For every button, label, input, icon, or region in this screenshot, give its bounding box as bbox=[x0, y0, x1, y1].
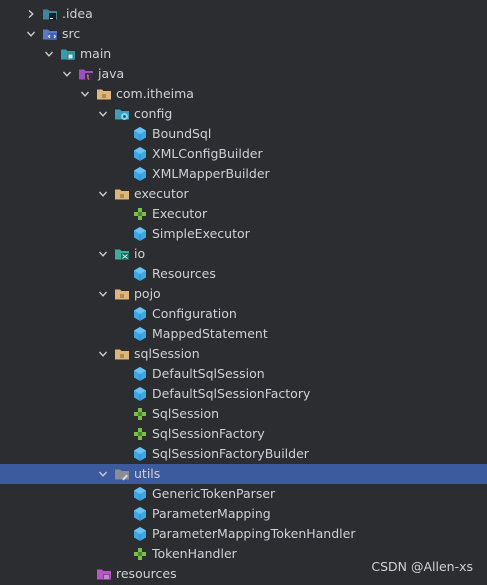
class-icon bbox=[132, 326, 148, 342]
tree-item-defaultsqlsession[interactable]: DefaultSqlSession bbox=[0, 364, 487, 384]
tree-item-parametermapping[interactable]: ParameterMapping bbox=[0, 504, 487, 524]
chevron-down-icon[interactable] bbox=[96, 464, 110, 484]
chevron-down-icon[interactable] bbox=[96, 184, 110, 204]
tree-item-label: SqlSessionFactoryBuilder bbox=[152, 446, 309, 461]
class-icon bbox=[132, 506, 148, 522]
tree-item-label: GenericTokenParser bbox=[152, 486, 276, 501]
chevron-right-icon[interactable] bbox=[24, 4, 38, 24]
tree-item-label: Configuration bbox=[152, 306, 237, 321]
tree-item-simpleexecutor[interactable]: SimpleExecutor bbox=[0, 224, 487, 244]
class-icon bbox=[132, 226, 148, 242]
tree-item-executor[interactable]: executor bbox=[0, 184, 487, 204]
tree-item-label: config bbox=[134, 106, 173, 121]
tree-item-config[interactable]: config bbox=[0, 104, 487, 124]
interface-icon bbox=[132, 426, 148, 442]
class-icon bbox=[132, 166, 148, 182]
tree-item-label: Resources bbox=[152, 266, 216, 281]
package-io-icon bbox=[114, 246, 130, 262]
tree-item-pojo[interactable]: pojo bbox=[0, 284, 487, 304]
class-icon bbox=[132, 526, 148, 542]
tree-item-sqlsessionfactorybuilder[interactable]: SqlSessionFactoryBuilder bbox=[0, 444, 487, 464]
tree-item-label: XMLMapperBuilder bbox=[152, 166, 270, 181]
chevron-down-icon[interactable] bbox=[24, 24, 38, 44]
tree-item-generictokenparser[interactable]: GenericTokenParser bbox=[0, 484, 487, 504]
tree-item-label: BoundSql bbox=[152, 126, 212, 141]
tree-item-label: .idea bbox=[62, 6, 93, 21]
tree-item-label: ParameterMapping bbox=[152, 506, 271, 521]
tree-item-label: utils bbox=[134, 466, 161, 481]
tree-item-label: executor bbox=[134, 186, 189, 201]
class-icon bbox=[132, 446, 148, 462]
class-icon bbox=[132, 146, 148, 162]
chevron-down-icon[interactable] bbox=[96, 104, 110, 124]
tree-item-idea[interactable]: .idea bbox=[0, 4, 487, 24]
tree-item-com-itheima[interactable]: com.itheima bbox=[0, 84, 487, 104]
class-icon bbox=[132, 266, 148, 282]
tree-item-label: DefaultSqlSession bbox=[152, 366, 265, 381]
tree-item-label: SqlSession bbox=[152, 406, 220, 421]
class-icon bbox=[132, 366, 148, 382]
tree-item-io[interactable]: io bbox=[0, 244, 487, 264]
folder-resources-icon bbox=[96, 566, 112, 582]
class-icon bbox=[132, 306, 148, 322]
tree-item-label: MappedStatement bbox=[152, 326, 268, 341]
tree-item-label: Executor bbox=[152, 206, 208, 221]
tree-item-label: sqlSession bbox=[134, 346, 200, 361]
tree-item-label: SqlSessionFactory bbox=[152, 426, 265, 441]
tree-item-mappedstatement[interactable]: MappedStatement bbox=[0, 324, 487, 344]
interface-icon bbox=[132, 546, 148, 562]
tree-item-label: io bbox=[134, 246, 146, 261]
class-icon bbox=[132, 486, 148, 502]
tree-item-executor[interactable]: Executor bbox=[0, 204, 487, 224]
interface-icon bbox=[132, 406, 148, 422]
tree-item-main[interactable]: main bbox=[0, 44, 487, 64]
project-tree: .idea src main java com.itheima config BoundSq… bbox=[0, 0, 487, 582]
tree-item-label: DefaultSqlSessionFactory bbox=[152, 386, 311, 401]
tree-item-defaultsqlsessionfactory[interactable]: DefaultSqlSessionFactory bbox=[0, 384, 487, 404]
watermark: CSDN @Allen-xs bbox=[371, 559, 473, 574]
folder-idea-icon bbox=[42, 6, 58, 22]
tree-item-sqlsessionfactory[interactable]: SqlSessionFactory bbox=[0, 424, 487, 444]
tree-item-configuration[interactable]: Configuration bbox=[0, 304, 487, 324]
tree-item-parametermappingtokenhandler[interactable]: ParameterMappingTokenHandler bbox=[0, 524, 487, 544]
chevron-down-icon[interactable] bbox=[96, 344, 110, 364]
tree-item-label: resources bbox=[116, 566, 177, 581]
package-config-icon bbox=[114, 106, 130, 122]
tree-item-label: TokenHandler bbox=[152, 546, 237, 561]
package-icon bbox=[114, 186, 130, 202]
folder-java-icon bbox=[78, 66, 94, 82]
chevron-down-icon[interactable] bbox=[96, 284, 110, 304]
package-utils-icon bbox=[114, 466, 130, 482]
tree-item-label: SimpleExecutor bbox=[152, 226, 250, 241]
tree-item-label: com.itheima bbox=[116, 86, 194, 101]
chevron-down-icon[interactable] bbox=[78, 84, 92, 104]
folder-module-icon bbox=[60, 46, 76, 62]
tree-item-sqlsession[interactable]: sqlSession bbox=[0, 344, 487, 364]
tree-item-label: ParameterMappingTokenHandler bbox=[152, 526, 356, 541]
tree-item-utils[interactable]: utils bbox=[0, 464, 487, 484]
tree-item-boundsql[interactable]: BoundSql bbox=[0, 124, 487, 144]
package-icon bbox=[96, 86, 112, 102]
tree-item-xmlmapperbuilder[interactable]: XMLMapperBuilder bbox=[0, 164, 487, 184]
package-icon bbox=[114, 286, 130, 302]
chevron-down-icon[interactable] bbox=[96, 244, 110, 264]
tree-item-label: XMLConfigBuilder bbox=[152, 146, 263, 161]
tree-item-sqlsession[interactable]: SqlSession bbox=[0, 404, 487, 424]
package-icon bbox=[114, 346, 130, 362]
tree-item-src[interactable]: src bbox=[0, 24, 487, 44]
folder-src-icon bbox=[42, 26, 58, 42]
tree-item-label: src bbox=[62, 26, 81, 41]
tree-item-label: pojo bbox=[134, 286, 161, 301]
class-icon bbox=[132, 386, 148, 402]
tree-item-resources[interactable]: Resources bbox=[0, 264, 487, 284]
chevron-down-icon[interactable] bbox=[60, 64, 74, 84]
class-icon bbox=[132, 126, 148, 142]
tree-item-xmlconfigbuilder[interactable]: XMLConfigBuilder bbox=[0, 144, 487, 164]
tree-item-label: main bbox=[80, 46, 112, 61]
interface-icon bbox=[132, 206, 148, 222]
tree-item-label: java bbox=[98, 66, 125, 81]
tree-item-java[interactable]: java bbox=[0, 64, 487, 84]
chevron-down-icon[interactable] bbox=[42, 44, 56, 64]
